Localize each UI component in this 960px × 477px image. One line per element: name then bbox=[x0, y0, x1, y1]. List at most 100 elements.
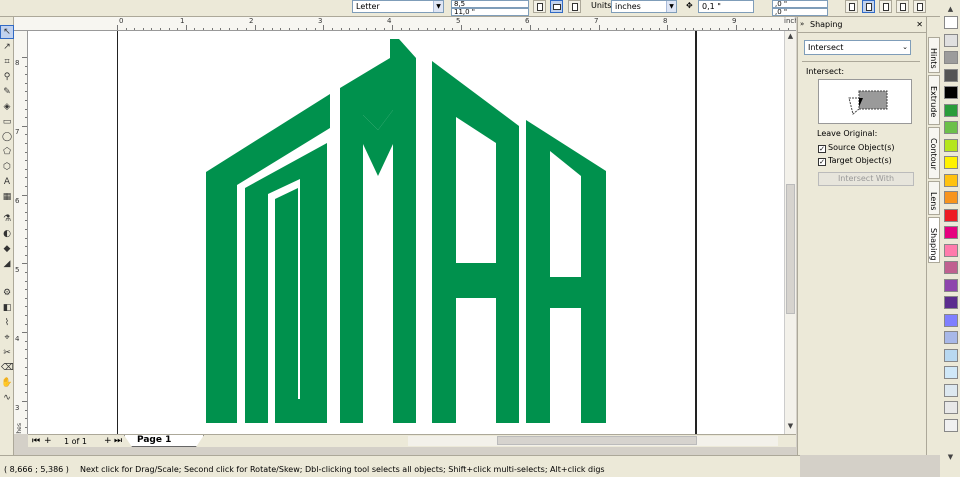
add-page-before-icon[interactable]: + bbox=[44, 436, 52, 447]
color-swatch[interactable] bbox=[944, 243, 958, 257]
color-swatch[interactable] bbox=[944, 278, 958, 292]
logo-letter-a bbox=[432, 61, 519, 423]
tab-shaping[interactable]: Shaping bbox=[928, 217, 940, 263]
add-page-after-icon[interactable]: + bbox=[104, 436, 112, 447]
vertical-scroll-thumb[interactable] bbox=[786, 184, 795, 314]
portrait-button[interactable] bbox=[533, 0, 546, 13]
toggle-button-3[interactable] bbox=[879, 0, 892, 13]
duplicate-x-input[interactable]: ,0 " bbox=[772, 0, 828, 8]
duplicate-y-input[interactable]: ,0 " bbox=[772, 8, 828, 16]
drawing-canvas[interactable] bbox=[28, 31, 784, 434]
color-swatch[interactable] bbox=[944, 261, 958, 274]
portrait-icon bbox=[537, 3, 543, 11]
eyedropper-tool-icon[interactable]: ⚗ bbox=[1, 213, 13, 225]
color-swatch[interactable] bbox=[944, 191, 958, 204]
ellipse-tool-icon[interactable]: ◯ bbox=[1, 131, 13, 143]
logo-letter-u bbox=[275, 188, 300, 423]
scroll-down-icon[interactable]: ▼ bbox=[785, 421, 796, 432]
shaping-operation-select[interactable]: Intersect ⌄ bbox=[804, 40, 911, 55]
dimension-tool-icon[interactable]: ⌖ bbox=[1, 332, 13, 344]
page-height-input[interactable]: 11,0 " bbox=[451, 8, 529, 16]
docker-titlebar[interactable]: » Shaping ✕ bbox=[798, 17, 927, 33]
source-objects-checkbox[interactable]: ✓ Source Object(s) bbox=[818, 143, 894, 153]
intersect-with-button[interactable]: Intersect With bbox=[818, 172, 914, 186]
target-objects-checkbox[interactable]: ✓ Target Object(s) bbox=[818, 156, 892, 166]
toggle-button-1[interactable] bbox=[845, 0, 858, 13]
crop-tool-icon[interactable]: ⌗ bbox=[1, 56, 13, 68]
toggle-button-2[interactable] bbox=[862, 0, 875, 13]
color-swatch[interactable] bbox=[944, 33, 958, 47]
last-page-icon[interactable]: ⏭ bbox=[114, 436, 122, 447]
nudge-input[interactable]: 0,1 " bbox=[698, 0, 754, 13]
page-width-input[interactable]: 8,5 bbox=[451, 0, 529, 8]
toggle-button-5[interactable] bbox=[913, 0, 926, 13]
horizontal-scrollbar[interactable] bbox=[408, 436, 778, 446]
color-swatch[interactable] bbox=[944, 296, 958, 309]
shape-tool-icon[interactable]: ↗ bbox=[1, 41, 13, 53]
nudge-icon: ✥ bbox=[686, 1, 693, 10]
color-swatch[interactable] bbox=[944, 313, 958, 327]
color-swatch[interactable] bbox=[944, 173, 958, 187]
color-swatch[interactable] bbox=[944, 156, 958, 169]
table-tool-icon[interactable]: ▦ bbox=[1, 191, 13, 203]
vertical-scrollbar[interactable]: ▲ ▼ bbox=[784, 31, 796, 434]
color-swatch[interactable] bbox=[944, 366, 958, 379]
color-swatch[interactable] bbox=[944, 16, 958, 29]
transparency-tool-icon[interactable]: ◧ bbox=[1, 302, 13, 314]
color-swatch[interactable] bbox=[944, 226, 958, 239]
smart-fill-tool-icon[interactable]: ◈ bbox=[1, 101, 13, 113]
toggle-button-4[interactable] bbox=[896, 0, 909, 13]
freehand-tool-icon[interactable]: ✎ bbox=[1, 86, 13, 98]
polygon-tool-icon[interactable]: ⬠ bbox=[1, 146, 13, 158]
color-swatch[interactable] bbox=[944, 208, 958, 222]
color-swatch[interactable] bbox=[944, 383, 958, 397]
tab-extrude[interactable]: Extrude bbox=[928, 75, 940, 125]
connector-tool-icon[interactable]: ⌇ bbox=[1, 317, 13, 329]
collapse-icon[interactable]: » bbox=[800, 20, 804, 28]
outline-tool-icon[interactable]: ◐ bbox=[1, 228, 13, 240]
target-objects-label: Target Object(s) bbox=[828, 156, 892, 165]
spline-tool-icon[interactable]: ∿ bbox=[1, 392, 13, 404]
horizontal-scroll-thumb[interactable] bbox=[497, 436, 697, 445]
tab-contour[interactable]: Contour bbox=[928, 127, 940, 179]
horizontal-ruler[interactable]: 0 1 2 3 4 5 6 7 8 9 inches bbox=[14, 17, 796, 31]
color-swatch[interactable] bbox=[944, 418, 958, 432]
knife-tool-icon[interactable]: ✂ bbox=[1, 347, 13, 359]
rectangle-tool-icon[interactable]: ▭ bbox=[1, 116, 13, 128]
tab-hints[interactable]: Hints bbox=[928, 37, 940, 73]
zoom-tool-icon[interactable]: ⚲ bbox=[1, 71, 13, 83]
color-swatch[interactable] bbox=[944, 121, 958, 134]
fill-tool-icon[interactable]: ◆ bbox=[1, 243, 13, 255]
color-swatch[interactable] bbox=[944, 103, 958, 117]
color-swatch[interactable] bbox=[944, 86, 958, 99]
interactive-fill-tool-icon[interactable]: ◢ bbox=[1, 258, 13, 270]
tab-label: Hints bbox=[929, 48, 938, 69]
text-tool-icon[interactable]: A bbox=[1, 176, 13, 188]
blend-tool-icon[interactable]: ⚙ bbox=[1, 287, 13, 299]
paper-size-select[interactable]: Letter ▼ bbox=[352, 0, 444, 13]
pick-tool-icon[interactable]: ↖ bbox=[0, 25, 14, 39]
tab-lens[interactable]: Lens bbox=[928, 181, 940, 215]
color-swatch[interactable] bbox=[944, 51, 958, 64]
first-page-icon[interactable]: ⏮ bbox=[32, 436, 40, 447]
page-tab-1[interactable]: Page 1 bbox=[124, 435, 204, 447]
palette-scroll-down-icon[interactable]: ▼ bbox=[945, 452, 956, 463]
close-icon[interactable]: ✕ bbox=[916, 20, 923, 29]
palette-scroll-up-icon[interactable]: ▲ bbox=[945, 4, 956, 15]
duplicate-x-value: ,0 " bbox=[775, 0, 788, 8]
vertical-ruler[interactable]: 8 7 6 5 4 3 inches bbox=[14, 31, 28, 434]
color-swatch[interactable] bbox=[944, 331, 958, 344]
rumah-logo[interactable] bbox=[28, 31, 784, 434]
landscape-button[interactable] bbox=[550, 0, 563, 13]
color-swatch[interactable] bbox=[944, 348, 958, 362]
basic-shapes-tool-icon[interactable]: ⬡ bbox=[1, 161, 13, 173]
units-select[interactable]: inches ▼ bbox=[611, 0, 677, 13]
pan-tool-icon[interactable]: ✋ bbox=[1, 377, 13, 389]
color-swatch[interactable] bbox=[944, 138, 958, 152]
logo-shapes[interactable] bbox=[206, 39, 606, 423]
scroll-up-icon[interactable]: ▲ bbox=[785, 31, 796, 42]
color-swatch[interactable] bbox=[944, 401, 958, 414]
eraser-tool-icon[interactable]: ⌫ bbox=[1, 362, 14, 374]
all-pages-button[interactable] bbox=[568, 0, 581, 13]
color-swatch[interactable] bbox=[944, 68, 958, 82]
